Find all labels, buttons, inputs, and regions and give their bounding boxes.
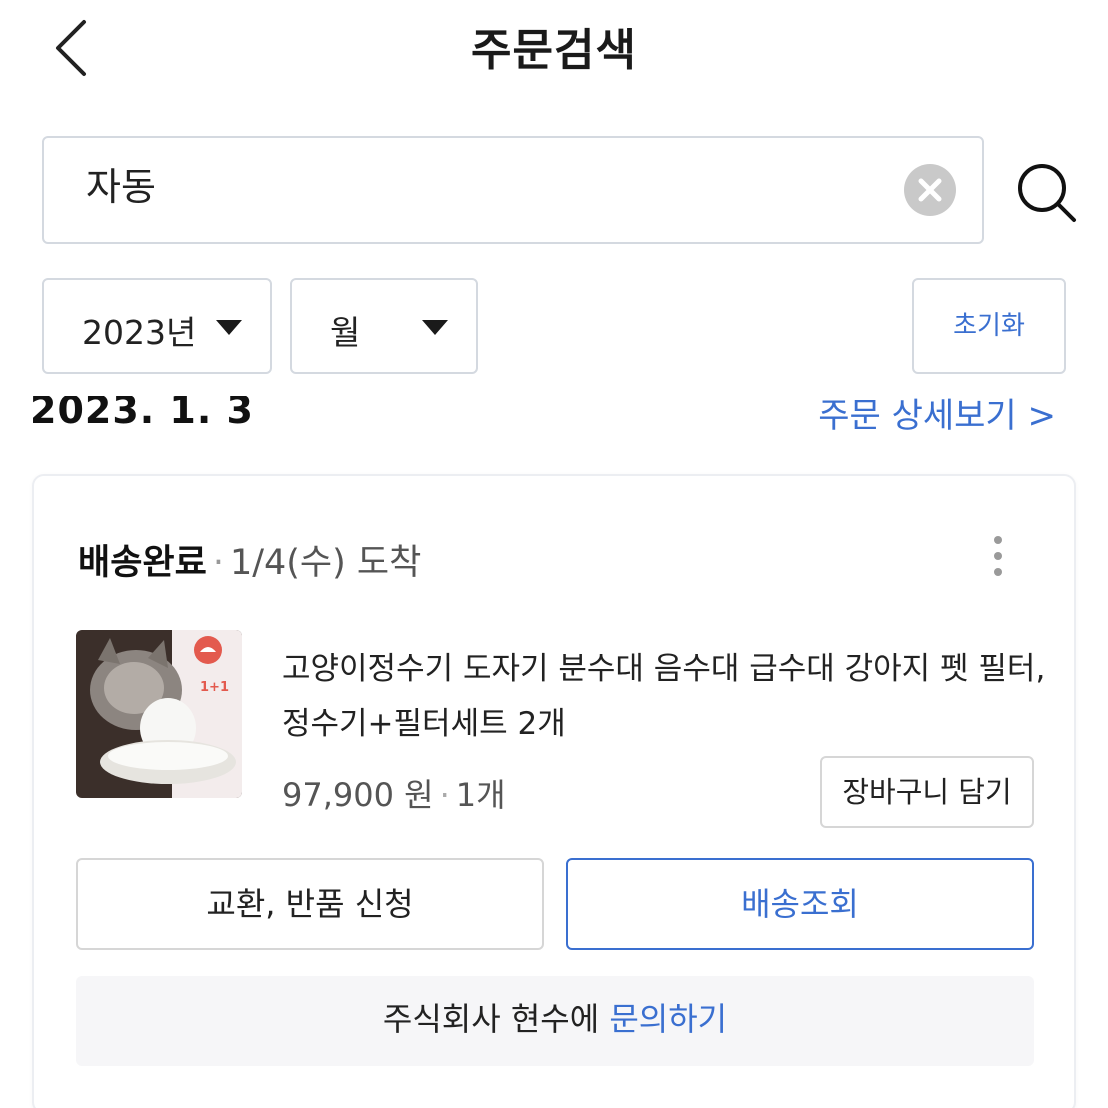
caret-down-icon [422, 320, 448, 335]
separator-dot: · [439, 776, 450, 814]
order-date: 2023. 1. 3 [30, 396, 254, 432]
quantity: 1개 [455, 776, 506, 814]
status-label: 배송완료 [78, 543, 207, 583]
page-title: 주문검색 [471, 25, 637, 76]
caret-down-icon [216, 320, 242, 335]
track-delivery-button[interactable]: 배송조회 [566, 858, 1034, 950]
inquiry-link[interactable]: 문의하기 [609, 1000, 727, 1038]
inquiry-text: 주식회사 현수에 [382, 1000, 600, 1038]
header: 주문검색 [0, 0, 1108, 100]
thumbnail-badge: 1+1 [200, 680, 229, 695]
month-select[interactable]: 월 [290, 278, 478, 374]
price-line: 97,900 원 · 1개 [282, 770, 506, 816]
more-vertical-icon [986, 536, 1010, 576]
month-select-label: 월 [330, 313, 361, 352]
year-select[interactable]: 2023년 [42, 278, 272, 374]
exchange-return-button[interactable]: 교환, 반품 신청 [76, 858, 544, 950]
product-thumbnail[interactable]: 1+1 [76, 630, 242, 798]
search-icon [1018, 164, 1076, 222]
seller-inquiry-bar: 주식회사 현수에 문의하기 [76, 976, 1034, 1066]
order-date-row: 2023. 1. 3 주문 상세보기 > [0, 396, 1108, 432]
search-box[interactable] [42, 136, 984, 244]
price: 97,900 원 [282, 776, 434, 814]
order-detail-link[interactable]: 주문 상세보기 > [818, 396, 1056, 432]
search-input[interactable] [86, 162, 886, 205]
search-button[interactable] [1012, 158, 1080, 226]
order-card: 배송완료 · 1/4(수) 도착 1+1 고양이정수기 도자기 분수대 음수대 급수… [32, 474, 1076, 1108]
arrival-date: 1/4(수) 도착 [229, 543, 422, 583]
product-image [76, 630, 242, 798]
year-select-label: 2023년 [82, 313, 197, 352]
product-name[interactable]: 고양이정수기 도자기 분수대 음수대 급수대 강아지 펫 필터, 정수기+필터세… [282, 642, 1052, 752]
close-icon [918, 178, 942, 202]
more-options-button[interactable] [986, 536, 1010, 582]
clear-search-button[interactable] [904, 164, 956, 216]
reset-button[interactable]: 초기화 [912, 278, 1066, 374]
separator-dot: · [212, 543, 224, 583]
add-to-cart-button[interactable]: 장바구니 담기 [820, 756, 1034, 828]
delivery-status: 배송완료 · 1/4(수) 도착 [78, 534, 421, 585]
